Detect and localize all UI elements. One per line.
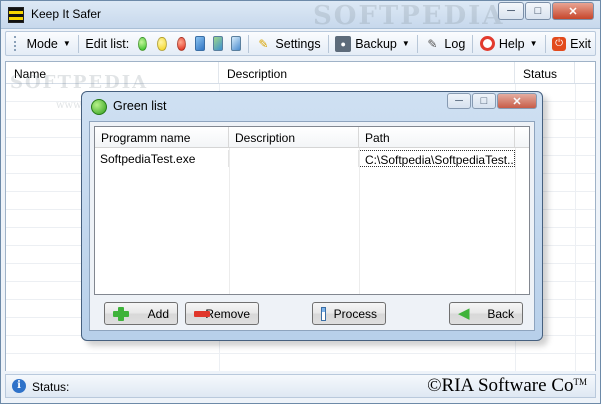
- toolbar: Mode ▼ Edit list: ✎ Settings ● Backup ▼ …: [5, 31, 596, 56]
- chevron-down-icon: ▼: [62, 39, 71, 48]
- toolbar-separator: [416, 34, 418, 53]
- window-title: Keep It Safer: [31, 7, 102, 21]
- column-header-description[interactable]: Description: [229, 127, 359, 147]
- settings-label: Settings: [275, 36, 321, 51]
- add-button[interactable]: Add: [104, 302, 178, 325]
- toolbar-separator: [472, 34, 473, 53]
- backup-menu[interactable]: ● Backup ▼: [331, 33, 414, 54]
- add-label: Add: [147, 306, 169, 321]
- info-icon: i: [12, 379, 26, 393]
- table-row[interactable]: SoftpediaTest.exe C:\Softpedia\Softpedia…: [95, 150, 529, 167]
- yellow-list-icon[interactable]: [157, 36, 167, 51]
- green-list-table[interactable]: Programm name Description Path Softpedia…: [94, 126, 530, 295]
- lifebuoy-icon: [479, 36, 495, 51]
- dialog-maximize-button[interactable]: □: [472, 93, 496, 109]
- arrow-left-icon: ◀: [458, 304, 470, 322]
- trademark-mark: TM: [573, 377, 588, 387]
- log-button[interactable]: ✎ Log: [420, 33, 469, 54]
- column-header-status[interactable]: Status: [515, 62, 575, 83]
- cell-path: C:\Softpedia\SoftpediaTest....: [359, 150, 515, 167]
- minus-icon: [194, 307, 210, 321]
- title-bar[interactable]: Keep It Safer SOFTPEDIA ─ □ ✕: [1, 1, 600, 31]
- green-list-dialog: Green list ─ □ ✕ Programm name Descripti…: [81, 91, 543, 341]
- copyright-text: ©RIA Software CoTM: [427, 375, 587, 397]
- plus-icon: [113, 306, 129, 321]
- dialog-button-row: Add Remove Process ◀ Back: [90, 302, 534, 328]
- toolbar-grip[interactable]: [14, 36, 17, 51]
- process-label: Process: [333, 306, 377, 321]
- remove-label: Remove: [205, 306, 250, 321]
- back-button[interactable]: ◀ Back: [449, 302, 523, 325]
- app-logo-icon: [8, 7, 24, 23]
- chevron-down-icon: ▼: [529, 39, 538, 48]
- chevron-down-icon: ▼: [401, 39, 410, 48]
- copyright-label: ©RIA Software Co: [427, 375, 574, 396]
- log-icon: ✎: [427, 36, 438, 51]
- exit-button[interactable]: ⏻ Exit: [548, 33, 595, 54]
- dialog-minimize-button[interactable]: ─: [447, 93, 471, 109]
- settings-button[interactable]: ✎ Settings: [251, 33, 324, 54]
- log-label: Log: [444, 36, 466, 51]
- close-button[interactable]: ✕: [552, 2, 594, 20]
- watermark: SOFTPEDIA: [10, 72, 149, 93]
- status-label: Status:: [32, 380, 70, 394]
- dialog-title: Green list: [113, 99, 167, 113]
- green-list-icon[interactable]: [138, 36, 148, 51]
- help-label: Help: [498, 36, 525, 51]
- red-list-icon[interactable]: [176, 36, 187, 51]
- mode-menu[interactable]: Mode ▼: [23, 33, 75, 54]
- green-list-icon: [91, 99, 107, 115]
- process-window-icon: [321, 306, 326, 321]
- edit-list-label: Edit list:: [85, 36, 130, 51]
- back-label: Back: [487, 306, 514, 321]
- column-header-description[interactable]: Description: [219, 62, 515, 83]
- pencil-icon: ✎: [258, 36, 269, 51]
- backup-disk-icon: ●: [335, 35, 352, 52]
- backup-label: Backup: [355, 36, 397, 51]
- mode-label: Mode: [26, 36, 58, 51]
- network-list-icon[interactable]: [230, 36, 241, 51]
- cell-description: [229, 150, 359, 167]
- power-icon: ⏻: [552, 36, 567, 51]
- exit-label: Exit: [570, 36, 591, 51]
- green-list-header: Programm name Description Path: [95, 127, 529, 148]
- users-list-icon[interactable]: [212, 36, 223, 51]
- toolbar-separator: [327, 34, 329, 53]
- dialog-body: Programm name Description Path Softpedia…: [89, 121, 535, 331]
- cell-program-name: SoftpediaTest.exe: [95, 150, 229, 167]
- column-header-path[interactable]: Path: [359, 127, 515, 147]
- status-bar: i Status: ©RIA Software CoTM: [5, 374, 596, 398]
- maximize-button[interactable]: □: [525, 2, 551, 20]
- image-list-icon[interactable]: [195, 36, 205, 51]
- column-header-program-name[interactable]: Programm name: [95, 127, 229, 147]
- remove-button[interactable]: Remove: [185, 302, 259, 325]
- minimize-button[interactable]: ─: [498, 2, 524, 20]
- toolbar-separator: [544, 34, 546, 53]
- toolbar-separator: [247, 34, 249, 53]
- watermark: SOFTPEDIA: [313, 1, 505, 31]
- toolbar-separator: [77, 34, 79, 53]
- help-menu[interactable]: Help ▼: [476, 33, 542, 54]
- dialog-close-button[interactable]: ✕: [497, 93, 537, 109]
- process-button[interactable]: Process: [312, 302, 386, 325]
